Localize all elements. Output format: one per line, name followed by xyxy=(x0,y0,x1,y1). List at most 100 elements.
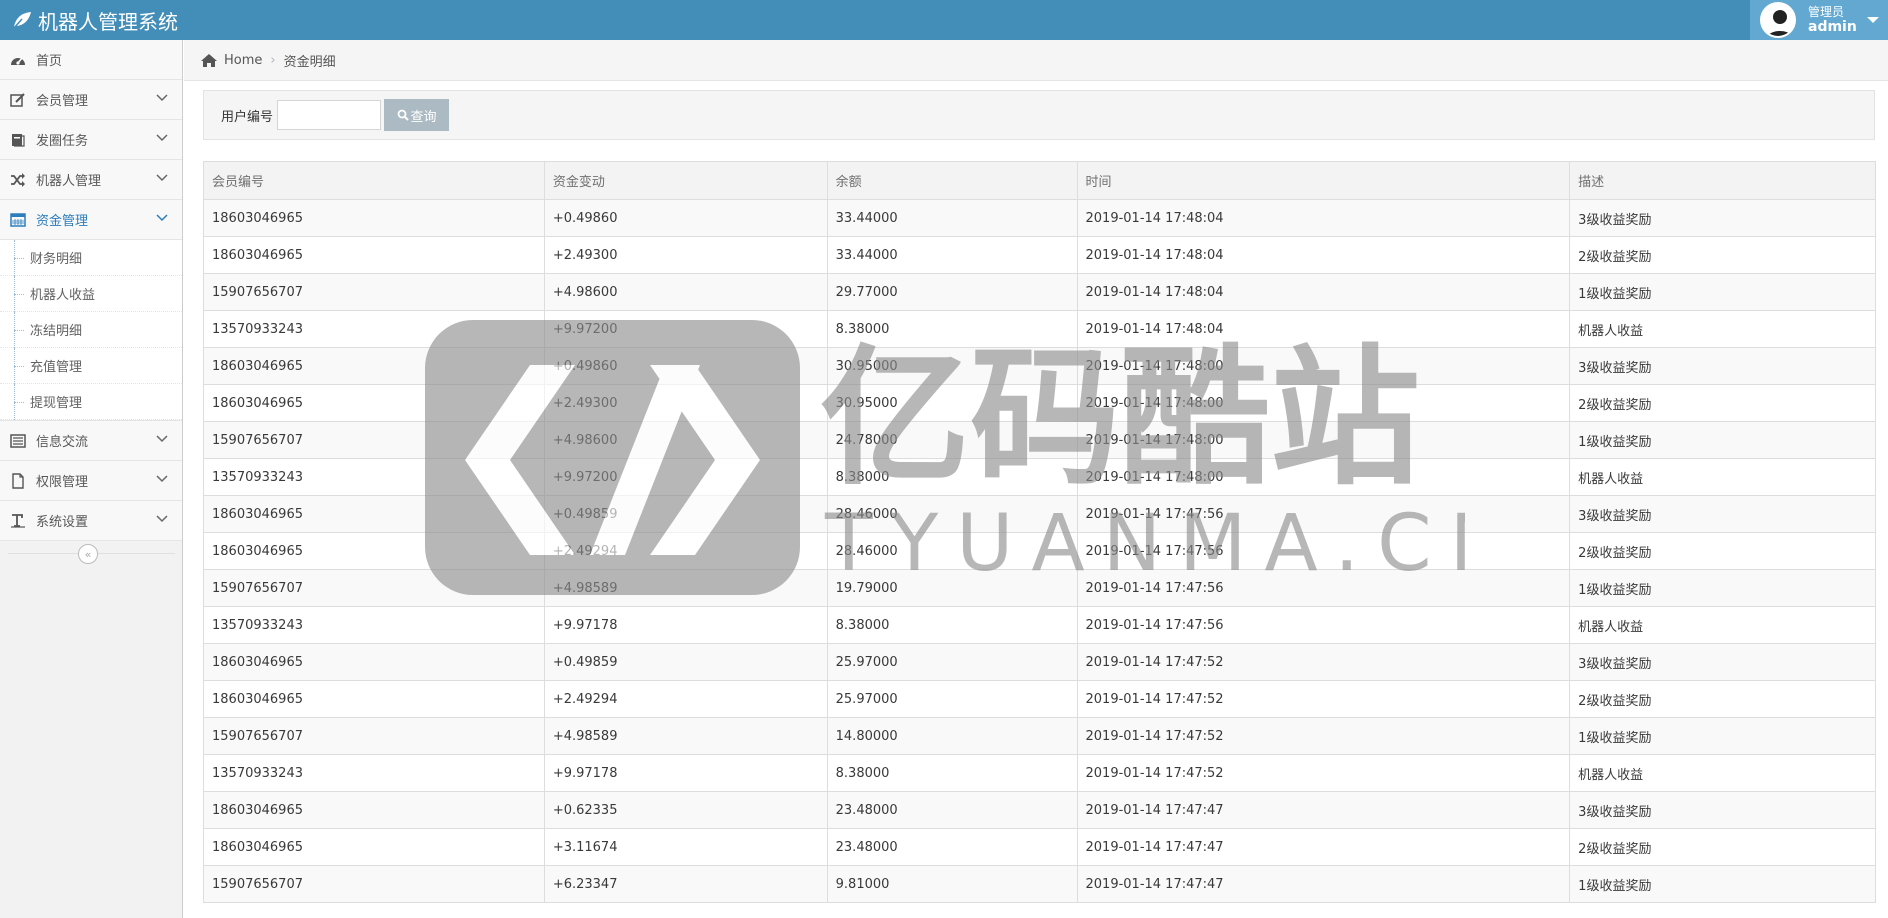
breadcrumb-home[interactable]: Home xyxy=(224,53,262,68)
cell-change: +2.49300 xyxy=(543,236,828,274)
sidebar-item-label: 系统设置 xyxy=(36,515,89,530)
cell-change: +2.49294 xyxy=(543,532,828,570)
cell-member-id: 18603046965 xyxy=(203,236,545,274)
cell-change: +2.49300 xyxy=(543,384,828,422)
cell-balance: 25.97000 xyxy=(826,680,1078,718)
cell-change: +3.11674 xyxy=(543,828,828,866)
sidebar-item-permissions[interactable]: 权限管理 xyxy=(0,461,182,501)
submenu-item-robot-income[interactable]: 机器人收益 xyxy=(0,276,182,312)
table-row: 18603046965 +0.49859 25.97000 2019-01-14 17… xyxy=(203,643,1876,681)
cell-description: 2级收益奖励 xyxy=(1569,532,1876,570)
submenu-item-frozen-detail[interactable]: 冻结明细 xyxy=(0,312,182,348)
cell-balance: 9.81000 xyxy=(826,865,1078,903)
chevron-down-icon xyxy=(156,134,168,142)
search-button-label: 查询 xyxy=(410,109,437,125)
cell-member-id: 18603046965 xyxy=(203,680,545,718)
sidebar-item-label: 资金管理 xyxy=(36,214,89,229)
sidebar-item-members[interactable]: 会员管理 xyxy=(0,80,182,120)
submenu-item-withdraw[interactable]: 提现管理 xyxy=(0,384,182,420)
cell-change: +4.98600 xyxy=(543,421,828,459)
breadcrumb-current: 资金明细 xyxy=(283,54,336,70)
table-row: 13570933243 +9.97178 8.38000 2019-01-14 17:… xyxy=(203,606,1876,644)
list-icon xyxy=(0,433,36,448)
cell-member-id: 13570933243 xyxy=(203,310,545,348)
submenu-item-recharge[interactable]: 充值管理 xyxy=(0,348,182,384)
sidebar-item-tasks[interactable]: 发圈任务 xyxy=(0,120,182,160)
table-row: 18603046965 +2.49294 28.46000 2019-01-14 17… xyxy=(203,532,1876,570)
funds-submenu: 财务明细 机器人收益 冻结明细 充值管理 提现管理 xyxy=(0,240,182,421)
cell-description: 机器人收益 xyxy=(1569,606,1876,644)
home-icon[interactable] xyxy=(200,53,218,68)
cell-change: +4.98600 xyxy=(543,273,828,311)
cell-balance: 23.48000 xyxy=(826,828,1078,866)
cell-time: 2019-01-14 17:48:04 xyxy=(1076,199,1571,237)
cell-change: +4.98589 xyxy=(543,717,828,755)
cell-description: 3级收益奖励 xyxy=(1569,199,1876,237)
cell-member-id: 13570933243 xyxy=(203,458,545,496)
cell-time: 2019-01-14 17:47:52 xyxy=(1076,643,1571,681)
table-row: 18603046965 +2.49300 30.95000 2019-01-14 17… xyxy=(203,384,1876,422)
cell-description: 3级收益奖励 xyxy=(1569,495,1876,533)
cell-description: 1级收益奖励 xyxy=(1569,273,1876,311)
cell-change: +2.49294 xyxy=(543,680,828,718)
sidebar-collapse-bar: « xyxy=(0,540,183,568)
table-row: 18603046965 +3.11674 23.48000 2019-01-14 17… xyxy=(203,828,1876,866)
column-header-change: 资金变动 xyxy=(543,161,828,200)
sidebar-item-home[interactable]: 首页 xyxy=(0,40,182,80)
table-row: 18603046965 +0.62335 23.48000 2019-01-14 17… xyxy=(203,791,1876,829)
cell-balance: 33.44000 xyxy=(826,236,1078,274)
table-row: 15907656707 +4.98589 19.79000 2019-01-14 17… xyxy=(203,569,1876,607)
sidebar: 首页 会员管理 发圈任务 机器人管理 资金管理 财务明细 机器人收益 冻结明细 … xyxy=(0,40,183,918)
cell-balance: 30.95000 xyxy=(826,384,1078,422)
sidebar-item-label: 首页 xyxy=(36,54,63,69)
search-panel: 用户编号 查询 xyxy=(203,90,1875,140)
cell-description: 1级收益奖励 xyxy=(1569,569,1876,607)
double-chevron-left-icon[interactable]: « xyxy=(78,544,98,564)
sidebar-item-robots[interactable]: 机器人管理 xyxy=(0,160,182,200)
cell-change: +0.49859 xyxy=(543,643,828,681)
cell-member-id: 15907656707 xyxy=(203,421,545,459)
sidebar-item-messages[interactable]: 信息交流 xyxy=(0,421,182,461)
cell-member-id: 18603046965 xyxy=(203,791,545,829)
cell-balance: 19.79000 xyxy=(826,569,1078,607)
leaf-icon xyxy=(13,12,31,29)
breadcrumb: Home › 资金明细 xyxy=(184,40,1888,81)
cell-member-id: 18603046965 xyxy=(203,199,545,237)
table-row: 13570933243 +9.97200 8.38000 2019-01-14 17:… xyxy=(203,458,1876,496)
cell-balance: 25.97000 xyxy=(826,643,1078,681)
brand[interactable]: 机器人管理系统 xyxy=(12,0,178,40)
user-id-input[interactable] xyxy=(277,100,382,130)
search-button[interactable]: 查询 xyxy=(384,99,450,131)
cell-time: 2019-01-14 17:48:00 xyxy=(1076,384,1571,422)
cell-time: 2019-01-14 17:47:52 xyxy=(1076,680,1571,718)
sidebar-item-label: 机器人管理 xyxy=(36,174,102,189)
cell-time: 2019-01-14 17:47:47 xyxy=(1076,791,1571,829)
table-row: 13570933243 +9.97178 8.38000 2019-01-14 17:… xyxy=(203,754,1876,792)
table-row: 15907656707 +6.23347 9.81000 2019-01-14 17:… xyxy=(203,865,1876,903)
user-menu[interactable]: 管理员 admin xyxy=(1750,0,1888,40)
caret-down-icon xyxy=(1866,17,1879,23)
app-title: 机器人管理系统 xyxy=(38,9,178,34)
table-row: 15907656707 +4.98589 14.80000 2019-01-14 17… xyxy=(203,717,1876,755)
column-header-member-id: 会员编号 xyxy=(203,161,545,200)
search-icon xyxy=(397,109,409,121)
cell-balance: 8.38000 xyxy=(826,458,1078,496)
submenu-item-finance-detail[interactable]: 财务明细 xyxy=(0,240,182,276)
cell-time: 2019-01-14 17:47:52 xyxy=(1076,717,1571,755)
cell-change: +0.62335 xyxy=(543,791,828,829)
sidebar-item-label: 发圈任务 xyxy=(36,134,89,149)
cell-member-id: 18603046965 xyxy=(203,384,545,422)
cell-member-id: 18603046965 xyxy=(203,347,545,385)
top-navbar: 机器人管理系统 管理员 admin xyxy=(0,0,1888,40)
cell-balance: 8.38000 xyxy=(826,754,1078,792)
calendar-icon xyxy=(0,212,36,227)
cell-description: 机器人收益 xyxy=(1569,310,1876,348)
cell-time: 2019-01-14 17:47:52 xyxy=(1076,754,1571,792)
cell-change: +6.23347 xyxy=(543,865,828,903)
dashboard-icon xyxy=(0,53,36,67)
cell-time: 2019-01-14 17:47:56 xyxy=(1076,495,1571,533)
cell-balance: 28.46000 xyxy=(826,495,1078,533)
sidebar-item-funds[interactable]: 资金管理 xyxy=(0,200,182,240)
cell-change: +9.97178 xyxy=(543,754,828,792)
sidebar-item-settings[interactable]: 系统设置 xyxy=(0,501,182,541)
